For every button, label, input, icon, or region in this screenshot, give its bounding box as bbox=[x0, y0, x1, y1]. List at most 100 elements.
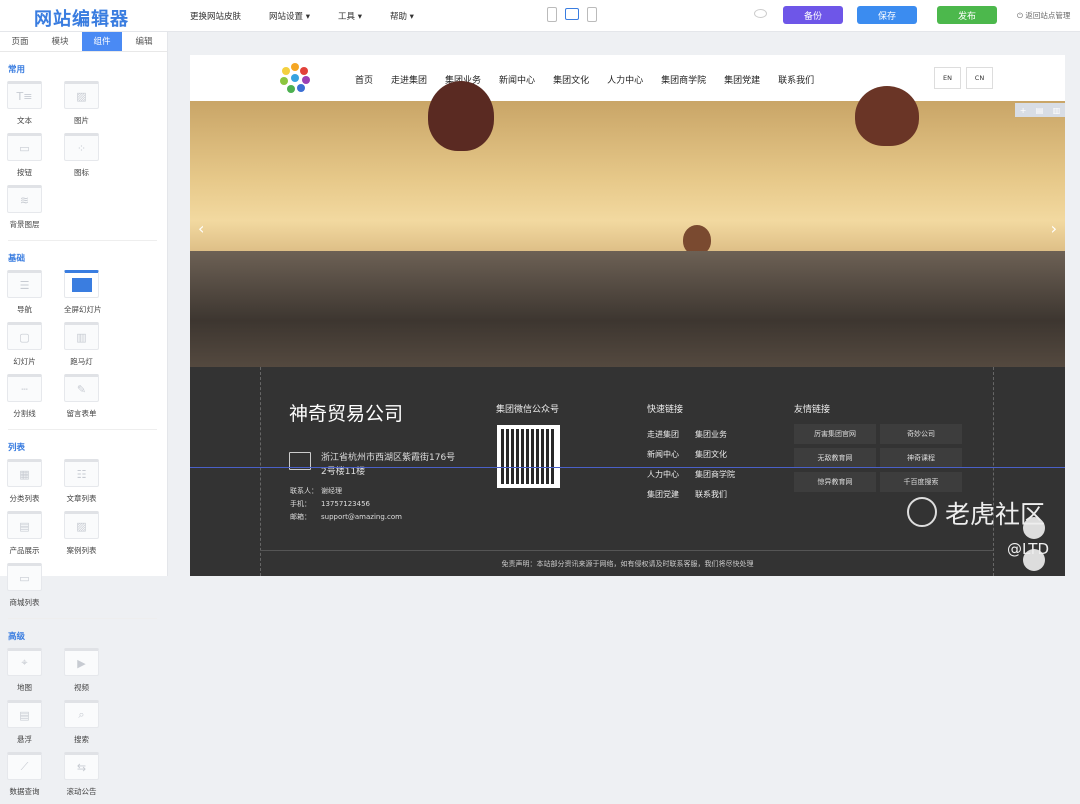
component-label: 商城列表 bbox=[9, 598, 40, 607]
watermark-handle: @LTD bbox=[1007, 540, 1050, 558]
component-item[interactable]: ▨ 图片 bbox=[64, 81, 121, 133]
component-item[interactable]: ▤ 悬浮 bbox=[7, 700, 64, 752]
delete-icon[interactable]: ▥ bbox=[1053, 106, 1061, 115]
component-item[interactable]: ▢ 幻灯片 bbox=[7, 322, 64, 374]
menu-site-settings[interactable]: 网站设置 ▾ bbox=[269, 10, 310, 22]
component-thumbnail-icon: ▨ bbox=[64, 511, 99, 539]
site-nav-item[interactable]: 集团党建 bbox=[724, 73, 760, 86]
preview-eye-icon[interactable] bbox=[754, 9, 767, 18]
component-thumbnail-icon: ┄ bbox=[7, 374, 42, 402]
publish-button[interactable]: 发布 bbox=[937, 6, 997, 24]
component-item[interactable]: ≋ 背景图层 bbox=[7, 185, 64, 237]
guide-line bbox=[993, 367, 994, 576]
tab-edit[interactable]: 编辑 bbox=[124, 32, 164, 51]
component-thumbnail-icon: ▤ bbox=[7, 511, 42, 539]
email-value: support@amazing.com bbox=[321, 513, 402, 521]
component-item[interactable]: ▶ 视频 bbox=[64, 648, 121, 700]
quick-link[interactable]: 集团党建 bbox=[647, 489, 679, 500]
backup-button[interactable]: 备份 bbox=[783, 6, 843, 24]
friend-link[interactable]: 千百度搜索 bbox=[880, 472, 962, 492]
site-preview: 首页走进集团集团业务新闻中心集团文化人力中心集团商学院集团党建联系我们 EN C… bbox=[190, 55, 1065, 576]
component-thumbnail-icon: ☰ bbox=[7, 270, 42, 298]
component-label: 搜索 bbox=[74, 735, 89, 744]
copy-icon[interactable]: ▤ bbox=[1036, 106, 1044, 115]
friend-links-title: 友情链接 bbox=[794, 405, 831, 415]
hero-slideshow[interactable]: ‹ › + ▤ ▥ bbox=[190, 81, 1065, 367]
component-grid: ▦ 分类列表 ☷ 文章列表 ▤ 产品展示 ▨ 案例列表 ▭ 商城列表 bbox=[0, 459, 167, 615]
site-logo bbox=[280, 63, 310, 93]
component-thumbnail-icon: ▥ bbox=[64, 322, 99, 350]
site-footer: 神奇贸易公司 浙江省杭州市西湖区紫霞街176号2号楼11楼 联系人： 谢经理 手机… bbox=[190, 367, 1065, 576]
component-label: 图标 bbox=[74, 168, 89, 177]
component-item[interactable]: ⁘ 图标 bbox=[64, 133, 121, 185]
menu-help[interactable]: 帮助 ▾ bbox=[390, 10, 414, 22]
quick-link[interactable]: 集团商学院 bbox=[695, 469, 735, 480]
lang-cn-button[interactable]: CN bbox=[966, 67, 993, 89]
quick-link[interactable]: 集团文化 bbox=[695, 449, 727, 460]
site-nav-item[interactable]: 新闻中心 bbox=[499, 73, 535, 86]
lang-en-button[interactable]: EN bbox=[934, 67, 961, 89]
friend-link[interactable]: 惊异教育网 bbox=[794, 472, 876, 492]
company-name: 神奇贸易公司 bbox=[289, 403, 404, 425]
component-item[interactable]: ▭ 按钮 bbox=[7, 133, 64, 185]
component-label: 案例列表 bbox=[66, 546, 97, 555]
component-thumbnail-icon: ▤ bbox=[7, 700, 42, 728]
tab-module[interactable]: 模块 bbox=[40, 32, 80, 51]
component-thumbnail-icon: ⌕ bbox=[64, 700, 99, 728]
tablet-icon[interactable] bbox=[587, 7, 597, 22]
component-label: 滚动公告 bbox=[66, 787, 97, 796]
component-item[interactable]: ☷ 文章列表 bbox=[64, 459, 121, 511]
menu-tools[interactable]: 工具 ▾ bbox=[338, 10, 362, 22]
component-item[interactable]: ✎ 留言表单 bbox=[64, 374, 121, 426]
site-nav-item[interactable]: 联系我们 bbox=[778, 73, 814, 86]
selection-guide-line bbox=[190, 467, 1065, 468]
component-label: 全屏幻灯片 bbox=[64, 305, 102, 314]
site-nav-item[interactable]: 人力中心 bbox=[607, 73, 643, 86]
friend-link[interactable]: 无敌教育网 bbox=[794, 448, 876, 468]
prev-slide-arrow[interactable]: ‹ bbox=[198, 219, 204, 238]
menu-change-skin[interactable]: 更换网站皮肤 bbox=[190, 10, 241, 22]
quick-link[interactable]: 集团业务 bbox=[695, 429, 727, 440]
mobile-icon[interactable] bbox=[547, 7, 557, 22]
component-item[interactable]: ▥ 跑马灯 bbox=[64, 322, 121, 374]
add-icon[interactable]: + bbox=[1020, 106, 1027, 115]
quick-links-title: 快速链接 bbox=[647, 405, 684, 415]
friend-link[interactable]: 奇妙公司 bbox=[880, 424, 962, 444]
desktop-icon[interactable] bbox=[565, 8, 579, 20]
site-nav-item[interactable]: 走进集团 bbox=[391, 73, 427, 86]
friend-link[interactable]: 厉害集团官网 bbox=[794, 424, 876, 444]
component-item[interactable]: ▭ 商城列表 bbox=[7, 563, 64, 615]
back-to-site-manager[interactable]: ⏻ 返回站点管理 bbox=[1017, 10, 1070, 21]
contact-label: 联系人： bbox=[290, 487, 318, 495]
component-grid: T≡ 文本 ▨ 图片 ▭ 按钮 ⁘ 图标 ≋ 背景图层 bbox=[0, 81, 167, 237]
tab-component[interactable]: 组件 bbox=[82, 32, 122, 51]
component-label: 悬浮 bbox=[17, 735, 32, 744]
component-label: 导航 bbox=[17, 305, 32, 314]
component-item[interactable]: ⟋ 数据查询 bbox=[7, 752, 64, 804]
site-nav-item[interactable]: 集团商学院 bbox=[661, 73, 706, 86]
component-item[interactable]: ⌖ 地图 bbox=[7, 648, 64, 700]
site-nav-item[interactable]: 首页 bbox=[355, 73, 373, 86]
component-thumbnail-icon: ≋ bbox=[7, 185, 42, 213]
component-item[interactable]: ⌕ 搜索 bbox=[64, 700, 121, 752]
component-item[interactable]: ☰ 导航 bbox=[7, 270, 64, 322]
save-button[interactable]: 保存 bbox=[857, 6, 917, 24]
component-item[interactable]: ┄ 分割线 bbox=[7, 374, 64, 426]
friend-link[interactable]: 神奇课程 bbox=[880, 448, 962, 468]
quick-link[interactable]: 新闻中心 bbox=[647, 449, 679, 460]
tab-page[interactable]: 页面 bbox=[0, 32, 40, 51]
quick-link[interactable]: 联系我们 bbox=[695, 489, 727, 500]
component-item[interactable]: T≡ 文本 bbox=[7, 81, 64, 133]
sidebar: 页面 模块 组件 编辑 常用 T≡ 文本 ▨ 图片 ▭ 按钮 ⁘ 图标 ≋ 背景图层 基础 ☰ 导航 全屏幻… bbox=[0, 32, 168, 796]
next-slide-arrow[interactable]: › bbox=[1051, 219, 1057, 238]
component-item[interactable]: ⇆ 滚动公告 bbox=[64, 752, 121, 804]
component-item[interactable]: ▨ 案例列表 bbox=[64, 511, 121, 563]
component-item[interactable]: ▤ 产品展示 bbox=[7, 511, 64, 563]
site-nav-item[interactable]: 集团文化 bbox=[553, 73, 589, 86]
top-bar: 网站编辑器 更换网站皮肤 网站设置 ▾ 工具 ▾ 帮助 ▾ 备份 保存 发布 ⏻… bbox=[0, 0, 1080, 32]
component-item[interactable]: ▦ 分类列表 bbox=[7, 459, 64, 511]
quick-link[interactable]: 人力中心 bbox=[647, 469, 679, 480]
disclaimer: 免责声明：本站部分资讯来源于网络，如有侵权请及时联系客服，我们将尽快处理 bbox=[501, 560, 754, 568]
quick-link[interactable]: 走进集团 bbox=[647, 429, 679, 440]
component-item[interactable]: 全屏幻灯片 bbox=[64, 270, 121, 322]
